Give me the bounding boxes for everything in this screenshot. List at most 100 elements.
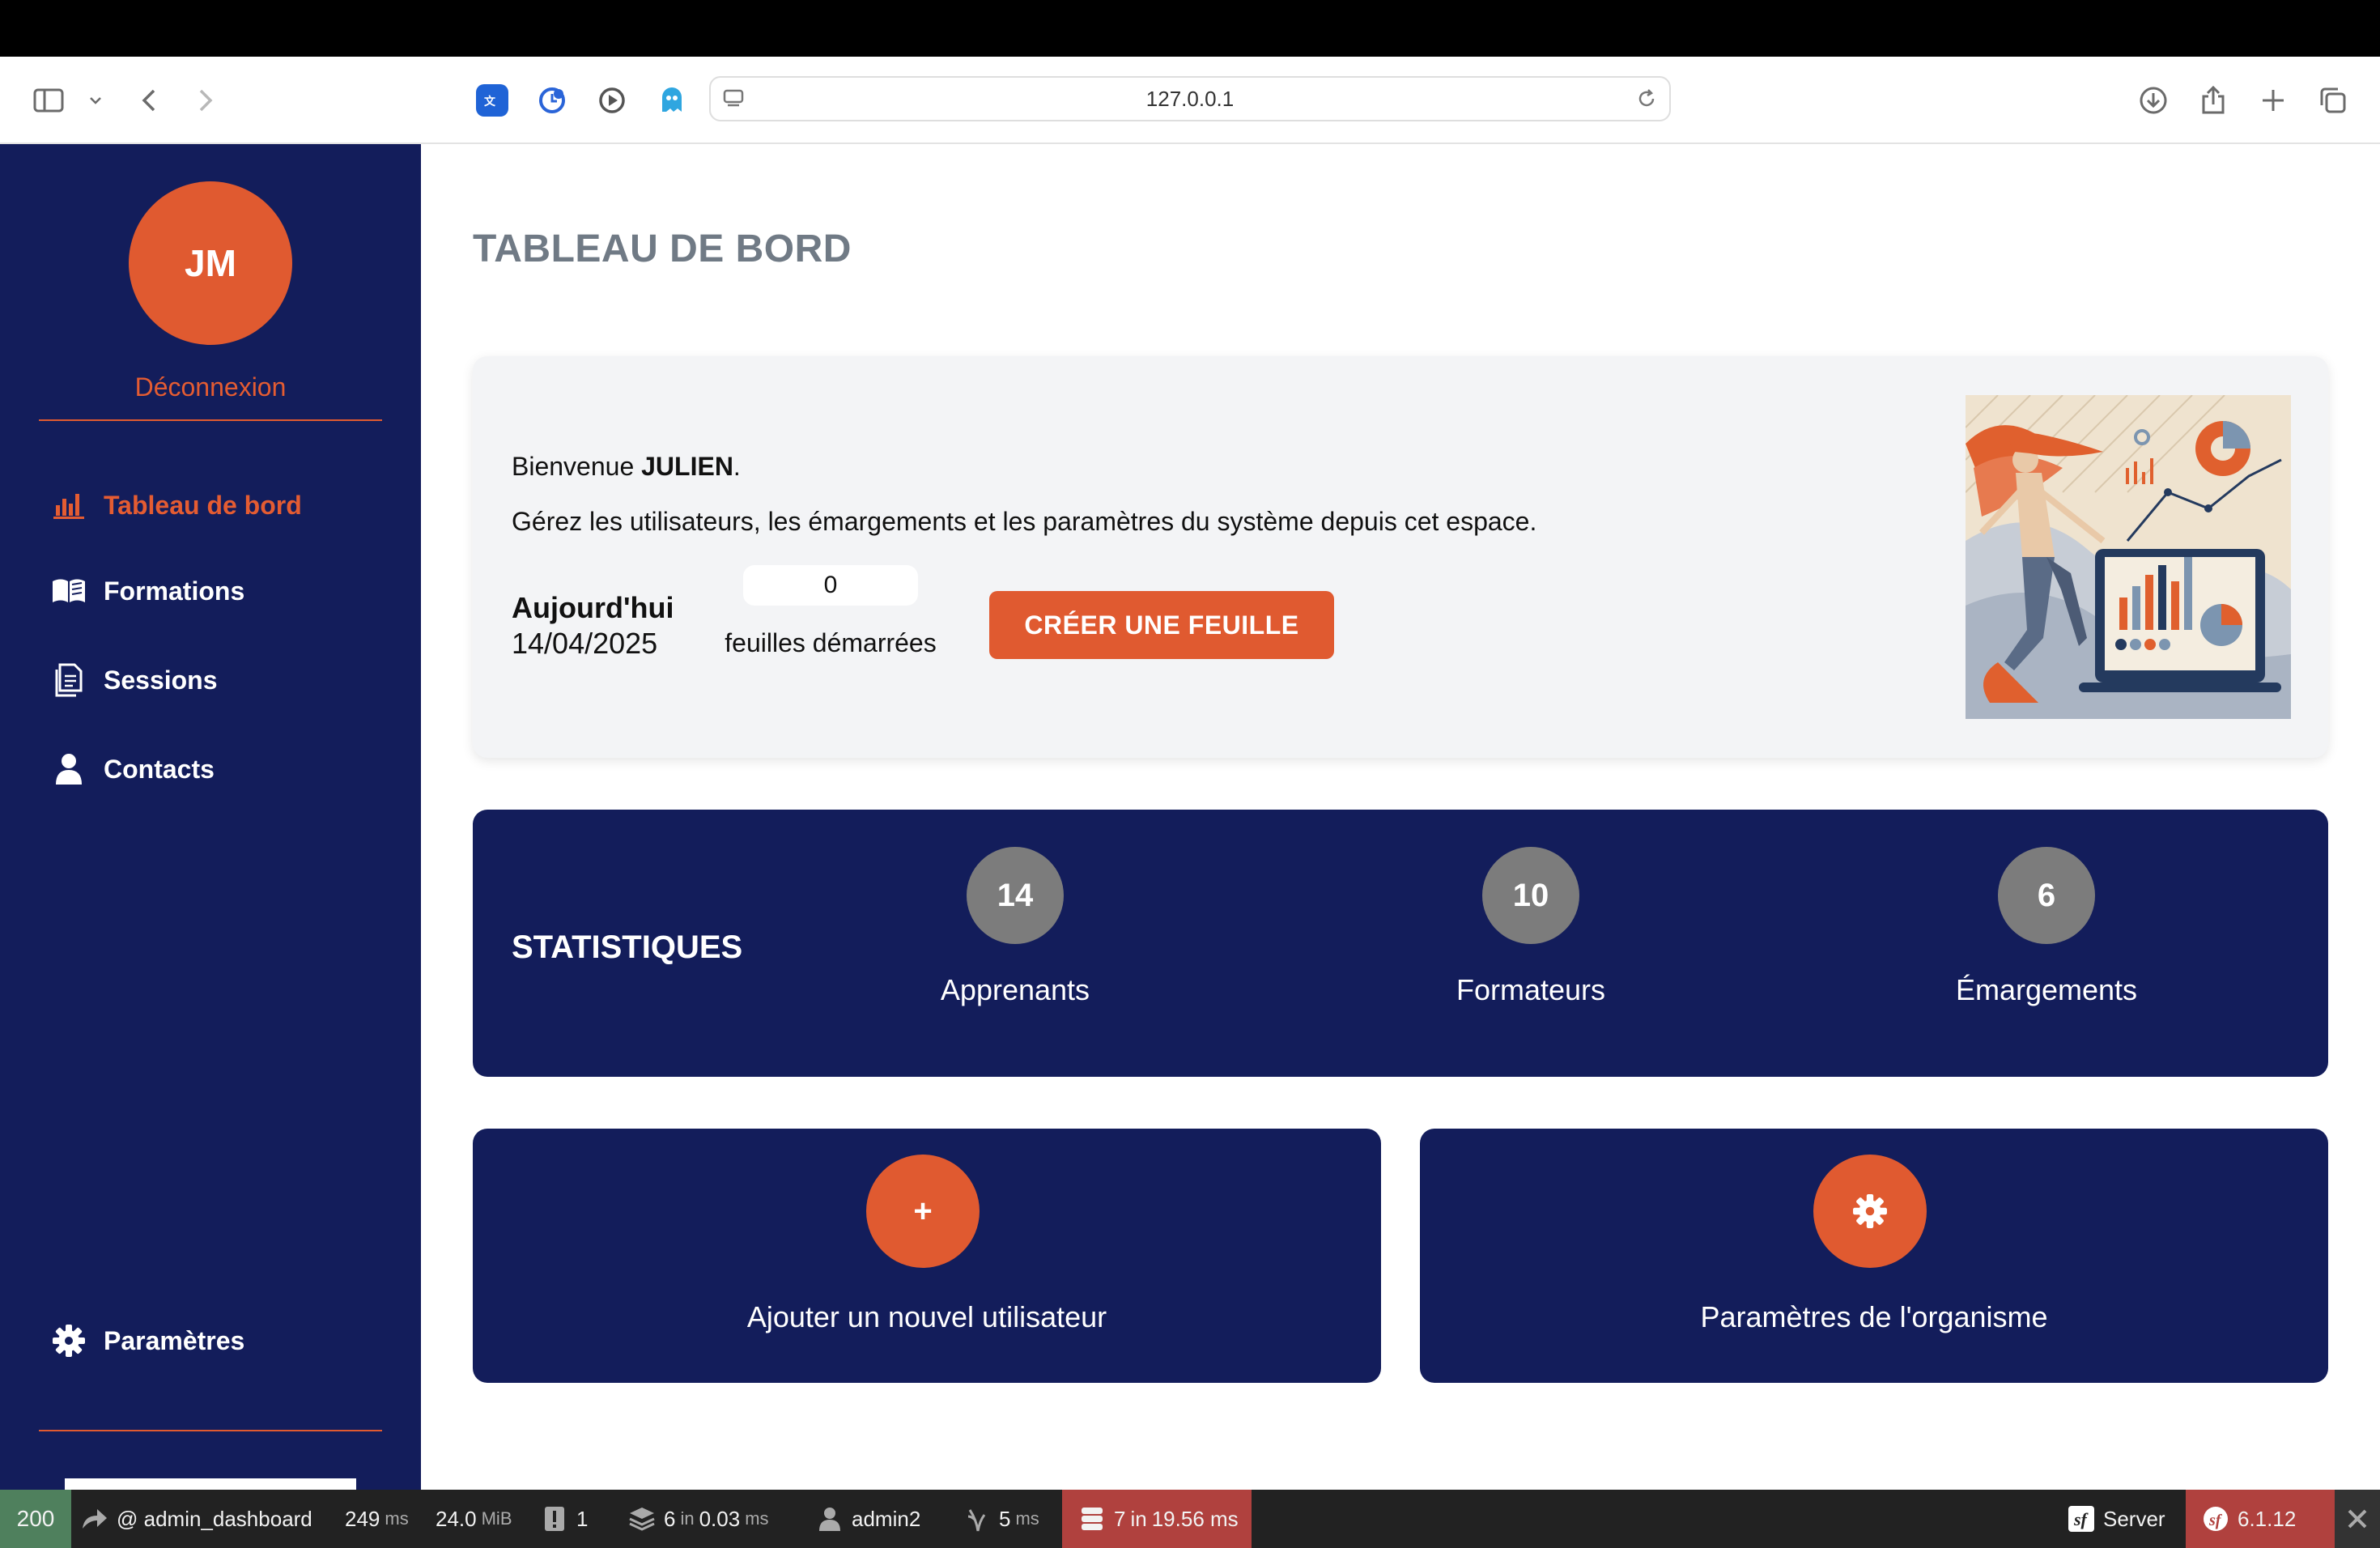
- sidebar-item-sessions[interactable]: Sessions: [50, 657, 218, 703]
- sheets-label: feuilles démarrées: [725, 628, 937, 657]
- security-panel[interactable]: admin2: [816, 1490, 920, 1548]
- gear-icon: [50, 1322, 87, 1359]
- welcome-description: Gérez les utilisateurs, les émargements …: [512, 507, 1537, 536]
- bar-chart-icon: [50, 487, 87, 524]
- symfony-version-panel[interactable]: sf 6.1.12: [2186, 1490, 2335, 1548]
- twig-icon: [963, 1505, 991, 1533]
- sidebar-item-tableau-de-bord[interactable]: Tableau de bord: [50, 483, 302, 528]
- main-content: TABLEAU DE BORD Bienvenue JULIEN. Gérez …: [421, 144, 2380, 1490]
- stats-title: STATISTIQUES: [512, 929, 743, 965]
- url-text[interactable]: 127.0.0.1: [1146, 87, 1234, 112]
- sheets-count: 0: [743, 565, 918, 606]
- sidebar-toggle-icon[interactable]: [29, 81, 68, 120]
- debug-toolbar: 200 @ admin_dashboard 249 ms 24.0 MiB 1 …: [0, 1490, 2380, 1548]
- create-sheet-button[interactable]: CRÉER UNE FEUILLE: [989, 591, 1334, 659]
- cache-unit: ms: [745, 1508, 769, 1529]
- plus-icon[interactable]: +: [866, 1155, 980, 1268]
- tabs-overview-icon[interactable]: [2314, 81, 2352, 120]
- redirect-arrow-icon: [81, 1505, 108, 1533]
- statistics-panel: STATISTIQUES 14 Apprenants 10 Formateurs…: [473, 810, 2328, 1077]
- sidebar-item-label: Contacts: [104, 754, 215, 784]
- welcome-card: Bienvenue JULIEN. Gérez les utilisateurs…: [473, 356, 2328, 758]
- forward-icon[interactable]: [186, 81, 225, 120]
- logs-icon: [541, 1505, 568, 1533]
- route-name: @ admin_dashboard: [117, 1506, 312, 1531]
- stat-value: 6: [1998, 847, 2095, 944]
- window-top-bar: [0, 0, 2380, 57]
- extension-record-icon[interactable]: [596, 84, 628, 117]
- server-panel[interactable]: sf Server: [2068, 1490, 2165, 1548]
- db-queries: 7: [1114, 1506, 1126, 1531]
- stat-value: 10: [1482, 847, 1579, 944]
- cache-panel[interactable]: 6 in 0.03 ms: [628, 1490, 769, 1548]
- logs-count: 1: [576, 1506, 589, 1531]
- stat-label: Formateurs: [1456, 973, 1606, 1006]
- stat-apprenants: 14 Apprenants: [853, 847, 1177, 1025]
- extension-ghost-icon[interactable]: [656, 84, 688, 117]
- today-date: 14/04/2025: [512, 627, 658, 660]
- add-user-card[interactable]: + Ajouter un nouvel utilisateur: [473, 1129, 1381, 1383]
- twig-time: 5: [999, 1506, 1011, 1531]
- stat-value: 14: [967, 847, 1064, 944]
- extension-translate-icon[interactable]: 文: [476, 84, 508, 117]
- back-icon[interactable]: [130, 81, 168, 120]
- cache-count: 6: [664, 1506, 676, 1531]
- sidebar-item-contacts[interactable]: Contacts: [50, 746, 215, 792]
- gear-button[interactable]: [1813, 1155, 1927, 1268]
- twig-panel[interactable]: 5 ms: [963, 1490, 1039, 1548]
- user-icon: [816, 1505, 844, 1533]
- browser-toolbar: 文 127.0.0.1: [0, 57, 2380, 144]
- svg-text:sf: sf: [2208, 1512, 2223, 1529]
- memory-panel[interactable]: 24.0 MiB: [436, 1490, 512, 1548]
- route-panel[interactable]: @ admin_dashboard: [81, 1490, 312, 1548]
- extension-clock-icon[interactable]: [536, 84, 568, 117]
- user-name: JULIEN: [641, 452, 733, 481]
- sidebar-item-parametres[interactable]: Paramètres: [50, 1318, 244, 1363]
- cache-time: 0.03: [699, 1506, 741, 1531]
- address-bar[interactable]: 127.0.0.1: [709, 76, 1671, 121]
- symfony-logo-icon: sf: [2202, 1505, 2229, 1533]
- db-in: in: [1130, 1506, 1147, 1531]
- close-toolbar-icon[interactable]: [2335, 1490, 2380, 1548]
- memory-unit: MiB: [481, 1508, 512, 1529]
- documents-icon: [50, 661, 87, 699]
- download-icon[interactable]: [2134, 81, 2173, 120]
- sidebar-item-label: Sessions: [104, 665, 218, 695]
- organisation-settings-card[interactable]: Paramètres de l'organisme: [1420, 1129, 2328, 1383]
- svg-text:sf: sf: [2073, 1509, 2089, 1529]
- avatar-initials: JM: [185, 242, 236, 284]
- sidebar-divider-bottom: [39, 1430, 382, 1431]
- symfony-version: 6.1.12: [2238, 1506, 2297, 1531]
- page-title: TABLEAU DE BORD: [473, 228, 852, 270]
- share-icon[interactable]: [2194, 81, 2233, 120]
- greeting-prefix: Bienvenue: [512, 452, 642, 481]
- status-code-badge[interactable]: 200: [0, 1490, 71, 1548]
- security-user: admin2: [852, 1506, 921, 1531]
- gear-icon: [1853, 1194, 1887, 1228]
- sidebar-item-label: Formations: [104, 576, 245, 606]
- avatar[interactable]: JM: [129, 181, 292, 345]
- sidebar: JM Déconnexion Tableau de bord Formation…: [0, 144, 421, 1490]
- site-settings-icon[interactable]: [722, 87, 745, 110]
- db-time: 19.56 ms: [1151, 1506, 1239, 1531]
- today-label: Aujourd'hui: [512, 591, 674, 624]
- server-label: Server: [2103, 1506, 2165, 1531]
- sidebar-divider-top: [39, 419, 382, 421]
- logout-link[interactable]: Déconnexion: [0, 372, 421, 402]
- user-icon: [50, 751, 87, 788]
- time-panel[interactable]: 249 ms: [345, 1490, 409, 1548]
- stat-label: Apprenants: [940, 973, 1090, 1006]
- database-panel[interactable]: 7 in 19.56 ms: [1062, 1490, 1252, 1548]
- chevron-down-icon[interactable]: [76, 81, 115, 120]
- stat-emargements: 6 Émargements: [1885, 847, 2208, 1025]
- time-value: 249: [345, 1506, 380, 1531]
- greeting-suffix: .: [733, 452, 741, 481]
- reload-icon[interactable]: [1635, 87, 1658, 110]
- welcome-greeting: Bienvenue JULIEN.: [512, 452, 741, 482]
- logs-panel[interactable]: 1: [541, 1490, 588, 1548]
- sidebar-item-formations[interactable]: Formations: [50, 568, 244, 614]
- time-unit: ms: [385, 1508, 409, 1529]
- new-tab-icon[interactable]: [2254, 81, 2293, 120]
- memory-value: 24.0: [436, 1506, 477, 1531]
- layers-icon: [628, 1505, 656, 1533]
